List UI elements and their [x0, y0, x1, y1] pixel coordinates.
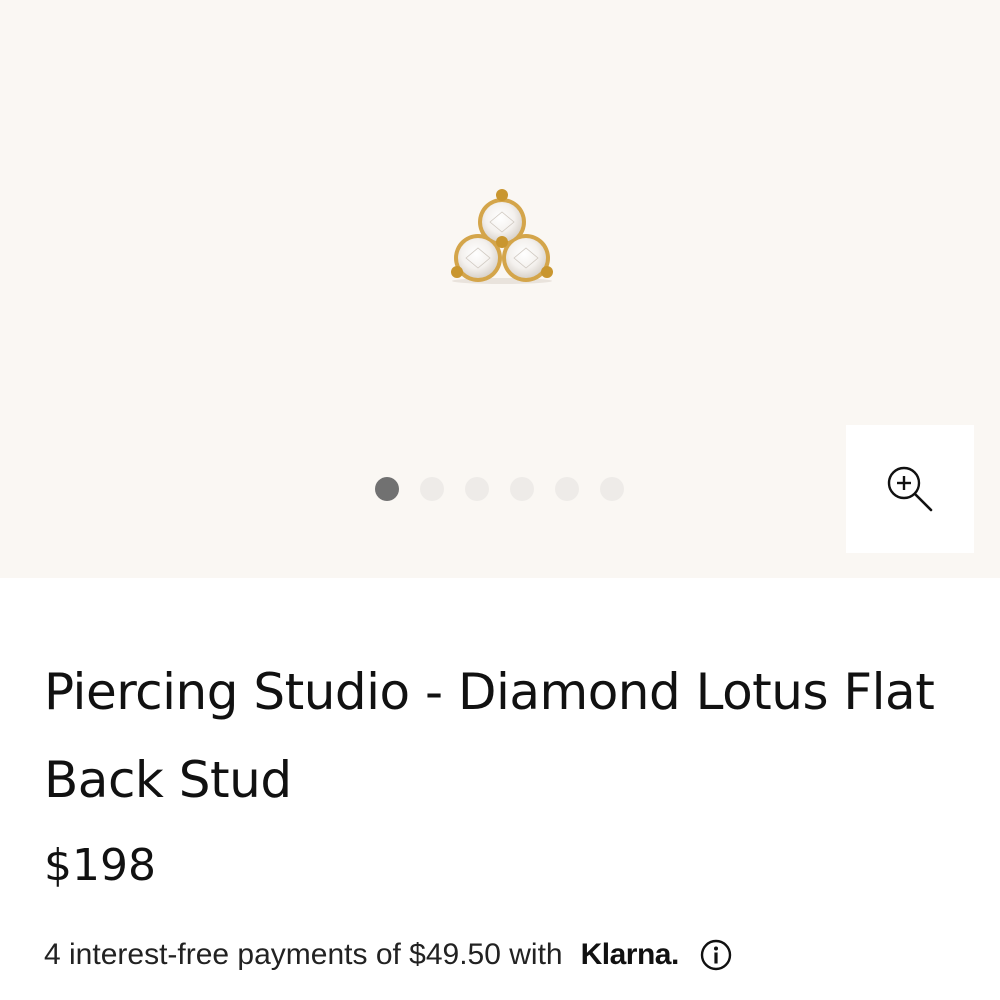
image-pagination-dots	[375, 477, 624, 501]
product-image	[451, 189, 553, 284]
product-image-gallery[interactable]	[0, 0, 1000, 578]
pagination-dot-1[interactable]	[375, 477, 399, 501]
info-icon[interactable]	[699, 938, 733, 972]
installment-text: 4 interest-free payments of $49.50 with	[44, 938, 563, 971]
pagination-dot-5[interactable]	[555, 477, 579, 501]
product-page: Piercing Studio - Diamond Lotus Flat Bac…	[0, 0, 1000, 1000]
product-title: Piercing Studio - Diamond Lotus Flat Bac…	[44, 663, 935, 809]
zoom-button[interactable]	[846, 425, 974, 553]
product-info: Piercing Studio - Diamond Lotus Flat Bac…	[44, 648, 964, 894]
zoom-in-icon	[887, 466, 933, 512]
pagination-dot-3[interactable]	[465, 477, 489, 501]
pagination-dot-6[interactable]	[600, 477, 624, 501]
pagination-dot-2[interactable]	[420, 477, 444, 501]
pagination-dot-4[interactable]	[510, 477, 534, 501]
klarna-installments: 4 interest-free payments of $49.50 with …	[44, 938, 733, 972]
klarna-logo: Klarna.	[580, 938, 680, 971]
product-price: $198	[44, 840, 156, 891]
